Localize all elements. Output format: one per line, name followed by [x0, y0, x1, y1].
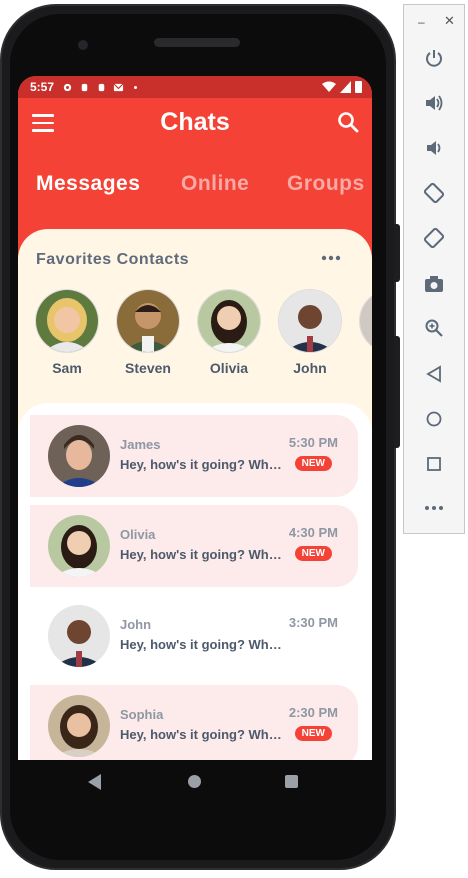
tab-online[interactable]: Online: [181, 172, 249, 196]
volume-up-icon[interactable]: [421, 90, 447, 116]
more-icon[interactable]: [421, 495, 447, 521]
gmail-icon: [113, 82, 124, 91]
hand-icon: [98, 83, 105, 91]
favorites-title: Favorites Contacts: [36, 251, 190, 268]
page-title: Chats: [160, 108, 230, 136]
contact-name: John: [293, 360, 327, 376]
home-icon[interactable]: [421, 406, 447, 432]
overview-icon[interactable]: [285, 775, 298, 788]
tab-bar: Messages Online Groups: [18, 172, 372, 212]
minimize-icon[interactable]: –: [418, 15, 425, 29]
favorites-list: Sam Steven Olivia John: [18, 289, 372, 389]
contact-name: Sam: [52, 360, 82, 376]
status-system-icons: [322, 80, 362, 93]
chat-time: 5:30 PM: [288, 435, 338, 450]
more-icon[interactable]: [320, 253, 342, 263]
dot-icon: [134, 85, 137, 89]
window-controls: – ✕: [404, 13, 466, 29]
back-icon[interactable]: [421, 361, 447, 387]
status-time: 5:57: [30, 80, 55, 94]
power-icon[interactable]: [421, 45, 447, 71]
hand-icon: [81, 83, 88, 91]
chat-time: 3:30 PM: [288, 615, 338, 630]
tab-messages[interactable]: Messages: [36, 172, 140, 196]
chat-row[interactable]: Olivia Hey, how's it going? What did you…: [30, 505, 358, 587]
status-notification-icons: [62, 82, 141, 93]
close-icon[interactable]: ✕: [444, 13, 455, 29]
favorite-contact[interactable]: [356, 289, 372, 353]
home-icon[interactable]: [188, 775, 201, 788]
avatar: [35, 289, 99, 353]
new-badge: NEW: [294, 546, 332, 561]
chat-name: James: [120, 437, 161, 452]
app-screen: 5:57 Chats Messages Online Groups Favori…: [18, 76, 372, 760]
chat-preview: Hey, how's it going? What did you do tod…: [120, 637, 282, 652]
avatar: [48, 425, 110, 487]
front-camera: [78, 40, 88, 50]
chat-row[interactable]: James Hey, how's it going? What did you …: [30, 415, 358, 497]
favorite-contact[interactable]: Sam: [32, 289, 102, 376]
signal-icon: [340, 80, 351, 93]
favorite-contact[interactable]: Olivia: [194, 289, 264, 376]
tab-groups[interactable]: Groups: [287, 172, 365, 196]
chat-preview: Hey, how's it going? What did you do tod…: [120, 727, 282, 742]
chat-time: 4:30 PM: [288, 525, 338, 540]
chat-row[interactable]: Sophia Hey, how's it going? What did you…: [30, 685, 358, 760]
avatar: [359, 289, 372, 353]
avatar: [48, 695, 110, 757]
wifi-icon: [322, 81, 336, 92]
system-nav-bar: [18, 760, 372, 804]
new-badge: NEW: [294, 726, 332, 741]
camera-icon[interactable]: [421, 271, 447, 297]
favorite-contact[interactable]: Steven: [113, 289, 183, 376]
rotate-right-icon[interactable]: [421, 225, 447, 251]
favorite-contact[interactable]: John: [275, 289, 345, 376]
chat-time: 2:30 PM: [288, 705, 338, 720]
avatar: [278, 289, 342, 353]
chat-name: John: [120, 617, 152, 632]
chat-name: Sophia: [120, 707, 164, 722]
overview-icon[interactable]: [421, 451, 447, 477]
side-button-power[interactable]: [394, 336, 400, 448]
chat-name: Olivia: [120, 527, 156, 542]
battery-icon: [355, 81, 362, 93]
contact-name: Olivia: [209, 360, 249, 376]
settings-icon: [63, 83, 72, 91]
search-icon[interactable]: [336, 110, 360, 134]
avatar: [48, 515, 110, 577]
chat-list: James Hey, how's it going? What did you …: [18, 403, 372, 760]
app-bar: Chats: [18, 98, 372, 150]
back-icon[interactable]: [88, 774, 102, 790]
zoom-icon[interactable]: [421, 315, 447, 341]
speaker-grille: [154, 38, 240, 47]
side-button-volume[interactable]: [394, 224, 400, 282]
chat-preview: Hey, how's it going? What did you do tod…: [120, 547, 282, 562]
volume-down-icon[interactable]: [421, 135, 447, 161]
status-bar: 5:57: [18, 76, 372, 98]
avatar: [48, 605, 110, 667]
chat-row[interactable]: John Hey, how's it going? What did you d…: [30, 595, 358, 677]
chat-preview: Hey, how's it going? What did you do tod…: [120, 457, 282, 472]
rotate-left-icon[interactable]: [421, 180, 447, 206]
emulator-toolbar: – ✕: [403, 4, 465, 534]
avatar: [197, 289, 261, 353]
new-badge: NEW: [294, 456, 332, 471]
avatar: [116, 289, 180, 353]
favorites-panel: Favorites Contacts Sam Steven Olivia Joh…: [18, 229, 372, 760]
contact-name: Steven: [125, 360, 171, 376]
